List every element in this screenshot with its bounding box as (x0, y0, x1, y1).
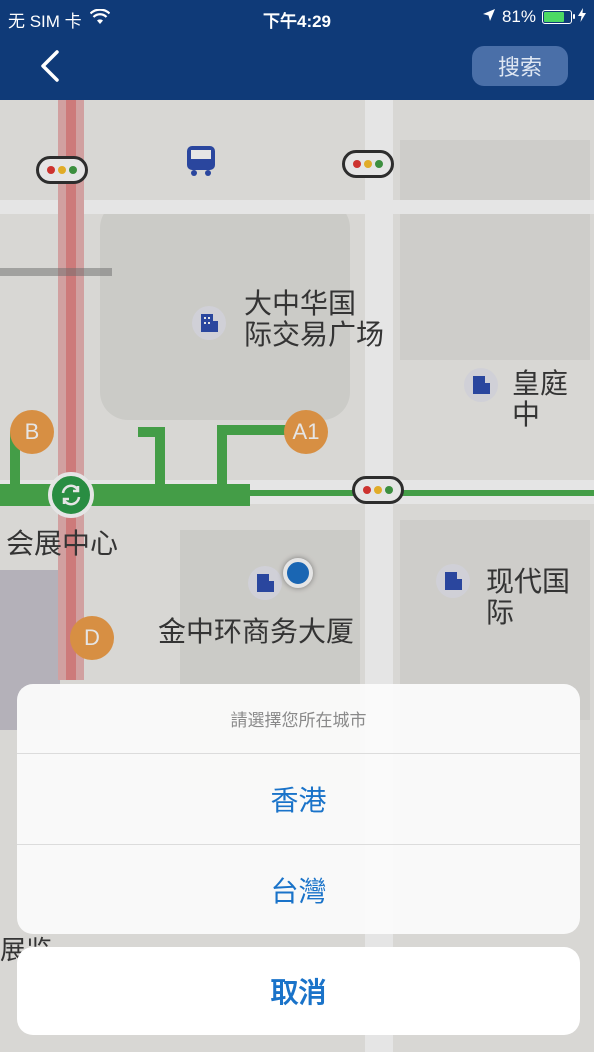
option-taiwan[interactable]: 台灣 (17, 844, 580, 934)
nav-bar: 搜索 (0, 34, 594, 100)
battery-level (544, 12, 565, 22)
charging-bolt-icon (578, 7, 586, 27)
battery-percent: 81% (501, 7, 536, 26)
search-button[interactable]: 搜索 (472, 46, 568, 86)
back-button[interactable] (28, 44, 72, 88)
cancel-button[interactable]: 取消 (17, 947, 580, 1035)
sheet-title: 請選擇您所在城市 (17, 684, 580, 754)
status-bar: 无 SIM 卡 下午4:29 81% (0, 0, 594, 34)
chevron-left-icon (41, 50, 59, 82)
status-right: 81% (482, 7, 586, 27)
battery-icon (542, 10, 575, 24)
option-hong-kong[interactable]: 香港 (17, 754, 580, 844)
location-arrow-icon (482, 7, 496, 27)
city-picker-sheet: 請選擇您所在城市 香港 台灣 (17, 684, 580, 934)
